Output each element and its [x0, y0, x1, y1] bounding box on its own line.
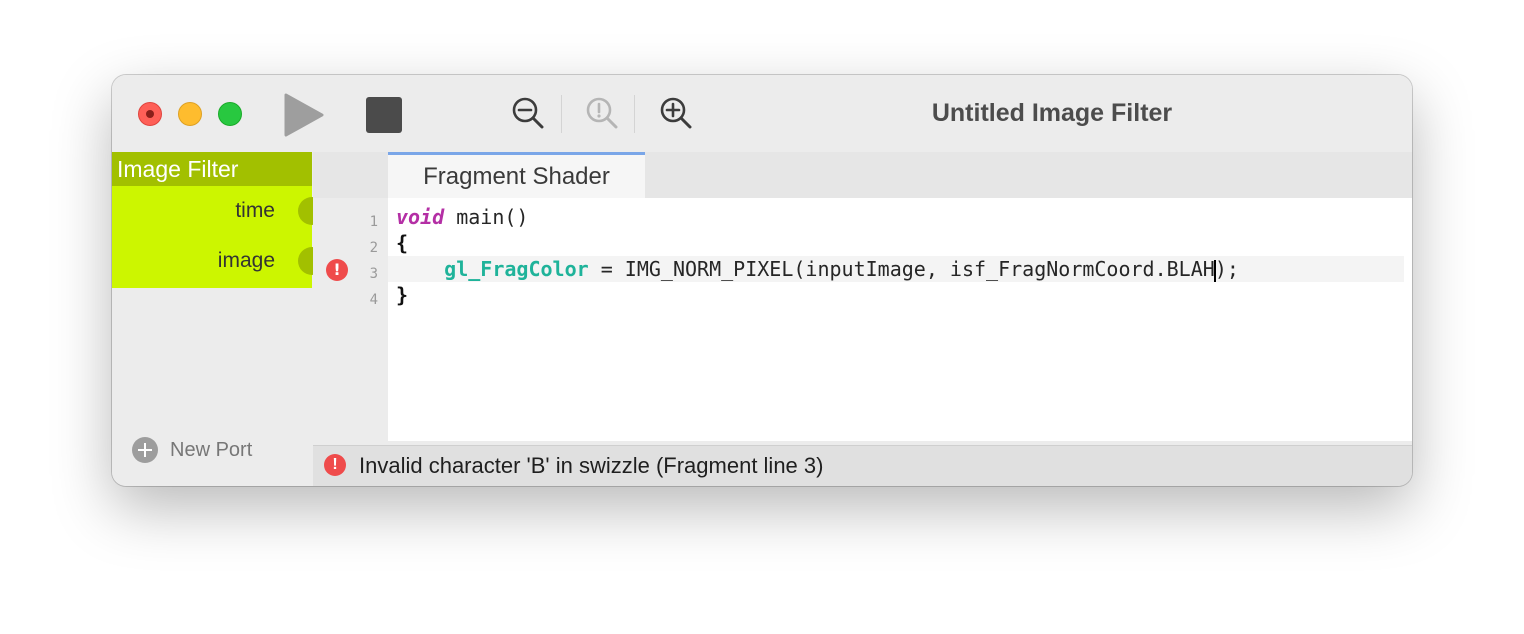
zoom-out-button[interactable]	[510, 95, 546, 131]
code-line-4: }	[396, 283, 409, 307]
code-token: = IMG_NORM_PIXEL(inputImage, isf_FragNor…	[588, 257, 1215, 281]
zoom-out-icon	[512, 97, 544, 129]
minimize-window-button[interactable]	[178, 102, 202, 126]
keyword-token: void	[396, 205, 445, 229]
toolbar-separator	[561, 95, 562, 133]
toolbar-separator	[634, 95, 635, 133]
zoom-in-button[interactable]	[658, 95, 694, 131]
stop-icon	[366, 97, 402, 133]
play-button[interactable]	[282, 93, 326, 137]
error-icon: !	[324, 454, 346, 476]
error-marker-icon[interactable]: !	[326, 259, 348, 281]
code-token: main()	[444, 205, 529, 229]
code-text-area[interactable]: void main() { gl_FragColor = IMG_NORM_PI…	[388, 198, 1412, 441]
builtin-token: gl_FragColor	[444, 257, 589, 281]
node-panel: Image Filter time image New Port	[112, 152, 326, 486]
port-label-image: image	[217, 249, 275, 272]
new-port-button[interactable]: New Port	[132, 437, 252, 463]
editor-tabbar: Fragment Shader	[313, 152, 1412, 198]
shader-editor: Fragment Shader 1 2 ! 3 4 void main() { …	[313, 152, 1412, 441]
node-title[interactable]: Image Filter	[112, 152, 312, 186]
line-number: 4	[369, 292, 378, 308]
titlebar: Untitled Image Filter	[112, 75, 1412, 152]
code-line-3: gl_FragColor = IMG_NORM_PIXEL(inputImage…	[388, 256, 1404, 282]
plus-circle-icon	[132, 437, 158, 463]
play-icon	[284, 93, 324, 137]
error-status-bar: ! Invalid character 'B' in swizzle (Frag…	[313, 445, 1412, 486]
line-number: 1	[369, 214, 378, 230]
error-message: Invalid character 'B' in swizzle (Fragme…	[359, 453, 824, 478]
zoom-reset-icon	[586, 97, 618, 129]
zoom-reset-button[interactable]	[584, 95, 620, 131]
code-line-2: {	[396, 231, 409, 255]
line-number: 3	[369, 266, 378, 282]
close-window-button[interactable]	[138, 102, 162, 126]
node-ports: time image	[112, 186, 326, 288]
line-number: 2	[369, 240, 378, 256]
stop-button[interactable]	[364, 95, 404, 135]
port-label-time: time	[235, 199, 275, 222]
zoom-window-button[interactable]	[218, 102, 242, 126]
indent-token	[396, 257, 444, 281]
line-gutter: 1 2 ! 3 4	[313, 198, 388, 441]
window-title: Untitled Image Filter	[931, 99, 1173, 127]
zoom-in-icon	[660, 97, 692, 129]
code-token: );	[1214, 257, 1239, 281]
code-line-1: void main()	[396, 204, 528, 230]
new-port-label: New Port	[170, 438, 253, 461]
tab-fragment-shader[interactable]: Fragment Shader	[388, 152, 645, 198]
app-window: Untitled Image Filter Image Filter time …	[112, 75, 1412, 486]
